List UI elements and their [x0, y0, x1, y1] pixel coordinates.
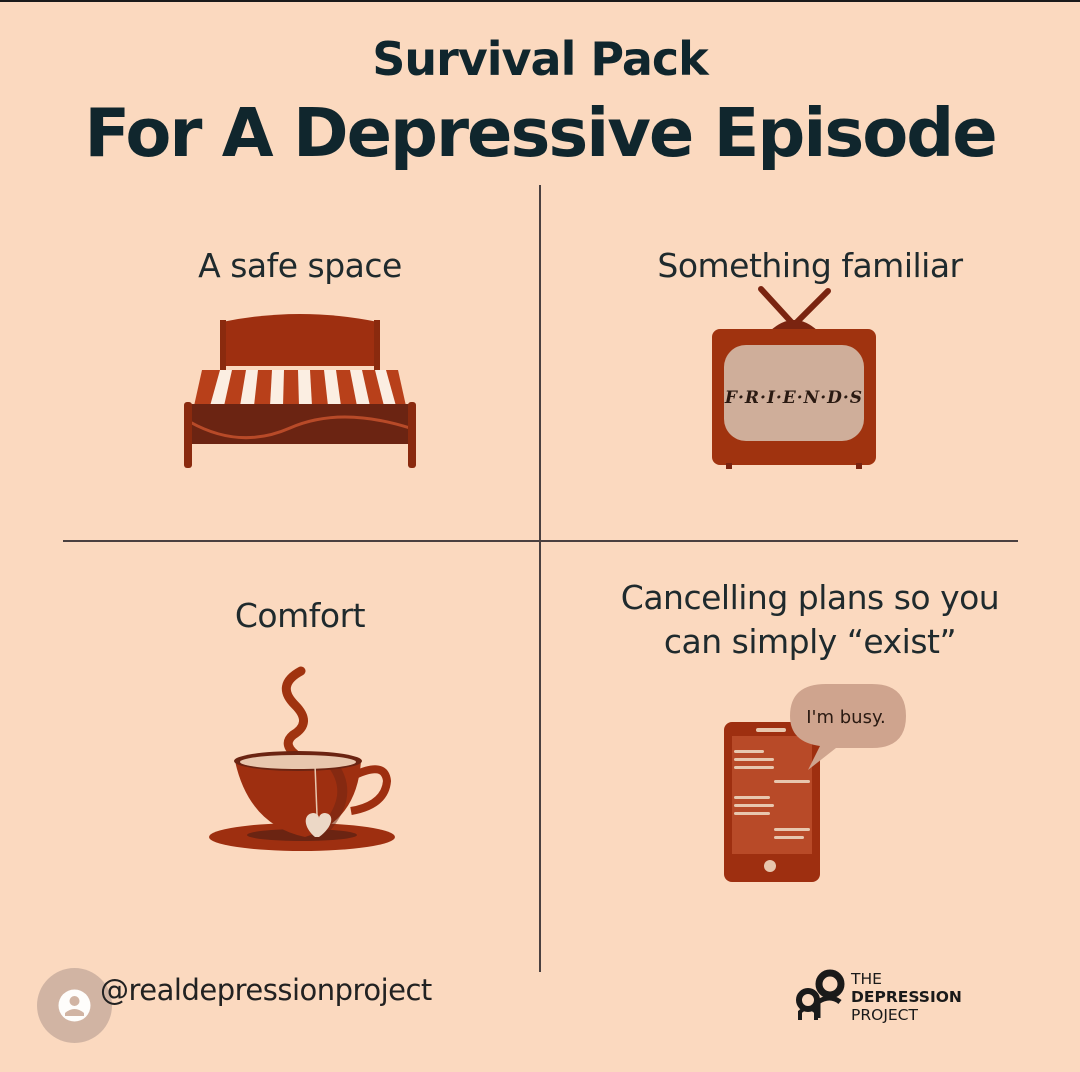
quadrant-label-cancelling-plans: Cancelling plans so you can simply “exis… [580, 576, 1040, 664]
depression-project-logo-icon [796, 969, 845, 1020]
quadrant-label-something-familiar: Something familiar [657, 246, 963, 285]
logo-line-the: THE [851, 970, 882, 988]
tv-icon: F·R·I·E·N·D·S [712, 286, 876, 469]
logo-line-project: PROJECT [851, 1006, 918, 1024]
brand-logo-text: THE DEPRESSION PROJECT [851, 970, 962, 1024]
account-handle[interactable]: @realdepressionproject [100, 973, 432, 1007]
top-border [0, 0, 1080, 2]
quadrant-label-safe-space: A safe space [198, 246, 402, 285]
bed-icon [184, 314, 416, 468]
tea-cup-icon [209, 666, 395, 851]
horizontal-divider [63, 540, 1018, 542]
tv-screen-text: F·R·I·E·N·D·S [724, 388, 863, 408]
quadrant-label-line1: Cancelling plans so you [620, 578, 1000, 617]
speech-bubble-text: I'm busy. [806, 707, 886, 728]
page-subtitle: Survival Pack [372, 32, 709, 86]
logo-line-depression: DEPRESSION [851, 988, 962, 1006]
vertical-divider [539, 185, 541, 972]
page-title: For A Depressive Episode [84, 94, 997, 172]
quadrant-label-line2: can simply “exist” [663, 622, 957, 661]
quadrant-label-comfort: Comfort [234, 596, 366, 635]
phone-icon: I'm busy. [724, 684, 906, 882]
